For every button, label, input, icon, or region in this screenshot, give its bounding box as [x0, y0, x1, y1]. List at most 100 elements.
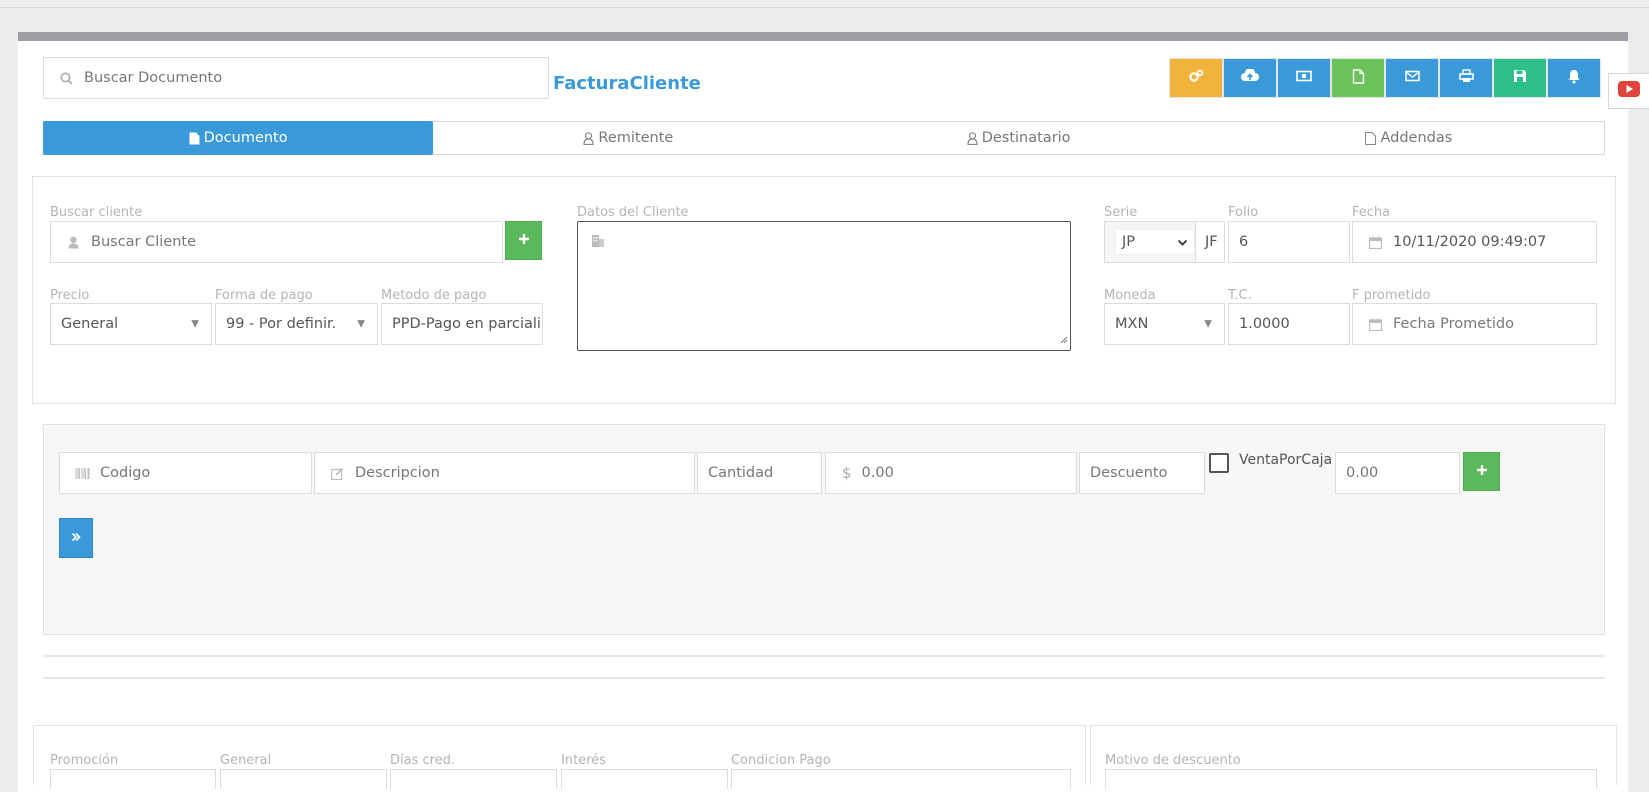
forma-pago-value: 99 - Por definir.: [226, 316, 337, 332]
precio-unitario-input[interactable]: $ 0.00: [825, 452, 1077, 494]
document-type-title: FacturaCliente: [553, 73, 701, 94]
action-toolbar: [1169, 58, 1601, 98]
caret-down-icon: ▼: [1204, 318, 1212, 330]
general-label: General: [220, 753, 272, 768]
new-document-button[interactable]: [1331, 58, 1385, 98]
calendar-icon: [1367, 318, 1383, 331]
serie-extra-box: JF: [1195, 221, 1225, 263]
caret-down-icon: ▼: [357, 318, 365, 330]
descuento-input[interactable]: Descuento: [1079, 452, 1205, 494]
user-icon: [65, 236, 81, 249]
file-outline-icon: [1365, 131, 1377, 145]
tc-input[interactable]: 1.0000: [1228, 303, 1350, 345]
client-data-textarea[interactable]: [577, 221, 1071, 351]
save-button[interactable]: [1493, 58, 1547, 98]
tab-addendas-label: Addendas: [1380, 130, 1453, 146]
interes-input[interactable]: [561, 769, 728, 789]
forma-pago-label: Forma de pago: [215, 288, 313, 303]
add-item-button[interactable]: [1463, 452, 1500, 491]
money-icon: [1296, 70, 1312, 86]
moneda-select[interactable]: MXN ▼: [1104, 303, 1225, 345]
gears-icon: [1188, 69, 1204, 87]
general-select[interactable]: [220, 769, 387, 789]
barcode-icon: [74, 467, 90, 479]
tab-destinatario[interactable]: Destinatario: [824, 122, 1214, 154]
serie-value: JP: [1122, 234, 1136, 250]
codigo-placeholder: Codigo: [100, 465, 151, 481]
condicion-pago-input[interactable]: [731, 769, 1071, 789]
search-document-placeholder: Buscar Documento: [84, 70, 223, 86]
search-client-label: Buscar cliente: [50, 205, 143, 220]
document-tabs: Documento Remitente Destinatario Addenda…: [43, 121, 1605, 155]
email-button[interactable]: [1385, 58, 1439, 98]
precio-label: Precio: [50, 288, 90, 303]
page-top-bar: [18, 32, 1628, 41]
fprometido-placeholder: Fecha Prometido: [1393, 316, 1514, 332]
caret-down-icon: ▼: [191, 318, 199, 330]
user-icon: [583, 131, 595, 145]
promocion-select[interactable]: [50, 769, 216, 789]
precio-unitario-placeholder: 0.00: [861, 465, 894, 481]
cantidad-input[interactable]: Cantidad: [697, 452, 822, 494]
resize-grip-icon: [1060, 332, 1068, 348]
precio-select[interactable]: General ▼: [50, 303, 212, 345]
divider-2: [43, 677, 1605, 679]
tab-documento[interactable]: Documento: [43, 121, 434, 155]
serie-label: Serie: [1104, 205, 1138, 220]
descripcion-input[interactable]: Descripcion: [314, 452, 695, 494]
tab-addendas[interactable]: Addendas: [1214, 122, 1604, 154]
cantidad-placeholder: Cantidad: [708, 465, 774, 481]
fprometido-label: F prometido: [1352, 288, 1431, 303]
search-client-placeholder: Buscar Cliente: [91, 234, 197, 250]
codigo-input[interactable]: Codigo: [59, 452, 312, 494]
dollar-icon: $: [842, 464, 852, 482]
moneda-label: Moneda: [1104, 288, 1156, 303]
fecha-value: 10/11/2020 09:49:07: [1393, 234, 1547, 250]
promocion-label: Promoción: [50, 753, 119, 768]
building-icon: [591, 234, 605, 252]
plus-icon: [518, 233, 530, 249]
venta-por-caja-checkbox[interactable]: [1209, 453, 1229, 473]
dias-cred-input[interactable]: [390, 769, 557, 789]
dias-cred-label: Días cred.: [390, 753, 456, 768]
tab-destinatario-label: Destinatario: [981, 130, 1071, 146]
serie-group: JP JF: [1104, 221, 1225, 263]
forma-pago-select[interactable]: 99 - Por definir. ▼: [215, 303, 378, 345]
top-divider: [0, 7, 1649, 8]
double-chevron-right-icon: [71, 530, 81, 546]
total-input[interactable]: 0.00: [1335, 452, 1460, 494]
chevron-down-icon: [1177, 236, 1188, 252]
expand-items-button[interactable]: [59, 518, 93, 558]
tab-remitente[interactable]: Remitente: [433, 122, 823, 154]
folio-label: Folio: [1228, 205, 1259, 220]
motivo-descuento-label: Motivo de descuento: [1105, 753, 1241, 768]
bell-icon: [1567, 69, 1581, 88]
file-icon: [189, 132, 200, 145]
cloud-upload-icon: [1241, 68, 1259, 87]
search-client-input[interactable]: Buscar Cliente: [50, 221, 503, 263]
fprometido-input[interactable]: Fecha Prometido: [1352, 303, 1597, 345]
search-icon: [58, 72, 74, 85]
motivo-descuento-input[interactable]: [1105, 769, 1597, 789]
metodo-pago-value: PPD-Pago en parcialic: [392, 316, 543, 332]
print-button[interactable]: [1439, 58, 1493, 98]
client-data-label: Datos del Cliente: [577, 205, 689, 220]
serie-select[interactable]: JP: [1115, 229, 1195, 255]
notifications-button[interactable]: [1547, 58, 1601, 98]
cloud-upload-button[interactable]: [1223, 58, 1277, 98]
descripcion-placeholder: Descripcion: [355, 465, 440, 481]
user-icon: [967, 131, 978, 145]
save-icon: [1513, 69, 1527, 87]
envelope-icon: [1404, 70, 1420, 86]
settings-button[interactable]: [1169, 58, 1223, 98]
tab-documento-label: Documento: [203, 130, 288, 146]
condicion-pago-label: Condicion Pago: [731, 753, 831, 768]
divider-1: [43, 655, 1605, 657]
metodo-pago-select[interactable]: PPD-Pago en parcialic: [381, 303, 543, 345]
add-client-button[interactable]: [505, 221, 542, 260]
fecha-input[interactable]: 10/11/2020 09:49:07: [1352, 221, 1597, 263]
payment-button[interactable]: [1277, 58, 1331, 98]
youtube-help-tab[interactable]: [1608, 73, 1649, 109]
search-document-input[interactable]: Buscar Documento: [43, 57, 549, 99]
folio-input[interactable]: 6: [1228, 221, 1350, 263]
